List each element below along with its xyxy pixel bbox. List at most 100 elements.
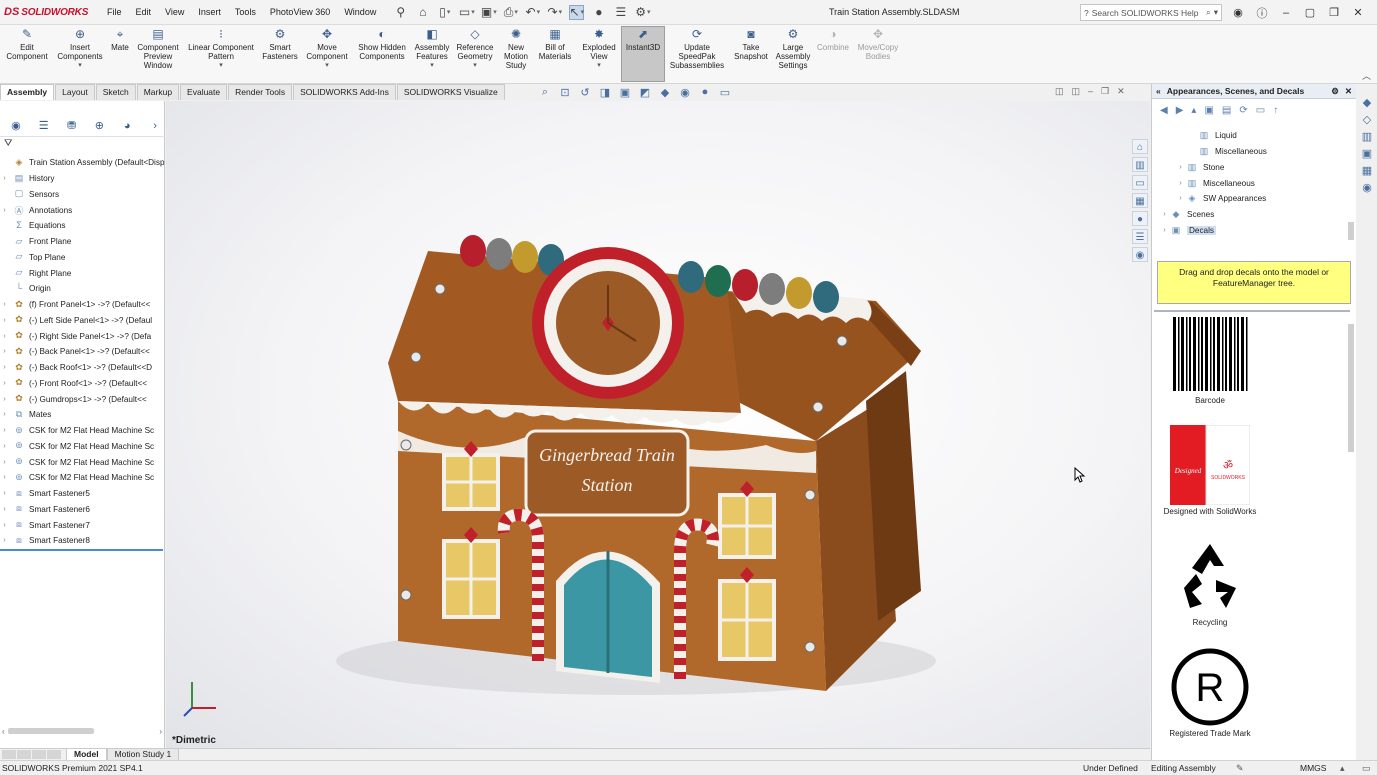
design-library-tab-icon[interactable]: ▥: [1362, 130, 1372, 143]
chevron-up-icon[interactable]: ▴: [1340, 761, 1345, 775]
expand-icon[interactable]: ›: [0, 537, 9, 544]
tooltip-toggle-icon[interactable]: ▭: [1362, 761, 1371, 775]
user-icon[interactable]: ◉: [1226, 6, 1250, 19]
tree-node[interactable]: › Ⓐ Annotations: [0, 202, 165, 218]
cmd-mate[interactable]: ⌖ Mate: [108, 27, 132, 52]
forum-tab-icon[interactable]: ◉: [1362, 181, 1372, 194]
expand-icon[interactable]: ›: [0, 333, 9, 340]
expand-icon[interactable]: ›: [0, 427, 9, 434]
menu-view[interactable]: View: [158, 0, 191, 25]
tree-node[interactable]: › ⊚ CSK for M2 Flat Head Machine Sc: [0, 454, 165, 470]
property-manager-tab-icon[interactable]: ☰: [34, 119, 54, 132]
viewport-restore-icon[interactable]: ❐: [1101, 86, 1109, 97]
pin-icon[interactable]: ✕: [1345, 86, 1352, 97]
cmd-component-preview[interactable]: ▤ Component Preview Window: [134, 27, 182, 70]
help-search[interactable]: ? Search SOLIDWORKS Help ⌕ ▾: [1080, 4, 1222, 21]
tree-node[interactable]: › ✿ (-) Front Roof<1> ->? (Default<<: [0, 376, 165, 392]
tab-layout[interactable]: Layout: [55, 84, 95, 100]
appearances-icon[interactable]: ●: [1132, 211, 1148, 226]
filter-icon[interactable]: ⛛: [4, 138, 12, 149]
search-icon[interactable]: ⌕: [1206, 7, 1211, 18]
tree-node[interactable]: ▱ Right Plane: [0, 265, 165, 281]
menu-edit[interactable]: Edit: [129, 0, 159, 25]
hide-show-icon[interactable]: ◉: [678, 86, 692, 99]
scroll-left-icon[interactable]: ‹: [2, 727, 5, 736]
settings-icon[interactable]: ⚙: [1331, 86, 1339, 97]
tab-evaluate[interactable]: Evaluate: [180, 84, 228, 100]
tree-node[interactable]: › ✿ (f) Front Panel<1> ->? (Default<<: [0, 297, 165, 313]
tab-visualize[interactable]: SOLIDWORKS Visualize: [396, 84, 505, 100]
pin-icon[interactable]: ⚲: [393, 5, 408, 20]
tree-node[interactable]: ▢ Sensors: [0, 187, 165, 203]
expand-icon[interactable]: ›: [0, 207, 9, 214]
close-icon[interactable]: ✕: [1346, 6, 1370, 19]
chevron-down-icon[interactable]: ▾: [1214, 7, 1218, 18]
cmd-exploded-view[interactable]: ✸ Exploded View ▾: [578, 27, 620, 70]
expand-icon[interactable]: ›: [0, 348, 9, 355]
view-palette-tab-icon[interactable]: ▦: [1362, 164, 1372, 177]
expand-icon[interactable]: ›: [1160, 227, 1169, 234]
cmd-take-snapshot[interactable]: ◙ Take Snapshot: [731, 27, 771, 61]
restore-icon[interactable]: ▢: [1298, 6, 1322, 19]
view-palette-icon[interactable]: ▦: [1132, 193, 1148, 208]
tree-node[interactable]: › ◆ Scenes: [1152, 207, 1348, 223]
section-view-icon[interactable]: ◨: [598, 86, 612, 99]
expand-icon[interactable]: ›: [1176, 164, 1185, 171]
tree-node[interactable]: › ▥ Stone: [1152, 160, 1348, 176]
vertical-scrollbar[interactable]: [1347, 130, 1355, 250]
tree-node[interactable]: └ Origin: [0, 281, 165, 297]
last-tab-icon[interactable]: [47, 750, 61, 759]
cmd-large-assembly[interactable]: ⚙ Large Assembly Settings: [773, 27, 813, 70]
file-explorer-icon[interactable]: ▭: [1132, 175, 1148, 190]
expand-icon[interactable]: ›: [1160, 211, 1169, 218]
expand-icon[interactable]: ›: [0, 364, 9, 371]
decal-item[interactable]: Recycling: [1152, 536, 1268, 627]
tree-node[interactable]: › ✿ (-) Gumdrops<1> ->? (Default<<: [0, 391, 165, 407]
graphics-area[interactable]: Gingerbread Train Station *Dimetric ⌂ ▥ …: [166, 101, 1150, 748]
cmd-linear-pattern[interactable]: ⁝ Linear Component Pattern ▾: [185, 27, 257, 70]
expand-icon[interactable]: ›: [0, 459, 9, 466]
decal-item[interactable]: Designed ॐ SOLIDWORKS Designed with Soli…: [1152, 425, 1268, 516]
expand-icon[interactable]: ›: [0, 380, 9, 387]
tree-node[interactable]: › ✿ (-) Back Panel<1> ->? (Default<<: [0, 344, 165, 360]
gingerbread-station-model[interactable]: Gingerbread Train Station: [166, 101, 1150, 748]
viewport-minimize-icon[interactable]: –: [1088, 86, 1093, 97]
help-circle-icon[interactable]: ⓘ: [1250, 5, 1274, 21]
expand-icon[interactable]: ›: [0, 396, 9, 403]
solidworks-logo[interactable]: DS SOLIDWORKS: [0, 6, 100, 18]
menu-tools[interactable]: Tools: [228, 0, 263, 25]
tree-node[interactable]: › ⧈ Smart Fastener8: [0, 533, 165, 549]
cmd-update-speedpak[interactable]: ⟳ Update SpeedPak Subassemblies: [667, 27, 727, 70]
scroll-right-icon[interactable]: ›: [159, 727, 162, 736]
tree-node[interactable]: › ▤ History: [0, 171, 165, 187]
tree-node[interactable]: › ▣ Decals: [1152, 223, 1348, 239]
tree-node[interactable]: ▱ Front Plane: [0, 234, 165, 250]
zoom-area-icon[interactable]: ⊡: [558, 86, 572, 99]
options-icon[interactable]: ⚙: [635, 5, 650, 20]
tree-node[interactable]: ◈ Train Station Assembly (Default<Disp: [0, 155, 165, 171]
tree-node[interactable]: › ⧈ Smart Fastener5: [0, 486, 165, 502]
collapse-pane-icon[interactable]: «: [1156, 86, 1161, 96]
print-icon[interactable]: ⎙: [503, 5, 518, 20]
view-orientation-icon[interactable]: ◩: [638, 86, 652, 99]
decals-scrollbar[interactable]: [1347, 316, 1355, 756]
rollback-bar[interactable]: [0, 549, 163, 551]
configuration-manager-tab-icon[interactable]: ⛃: [62, 119, 82, 132]
next-tab-icon[interactable]: [32, 750, 46, 759]
minimize-icon[interactable]: –: [1274, 7, 1298, 19]
prev-tab-icon[interactable]: [17, 750, 31, 759]
display-style-icon[interactable]: ◆: [658, 86, 672, 99]
viewport-close-icon[interactable]: ✕: [1117, 86, 1125, 97]
tree-node[interactable]: ▱ Top Plane: [0, 250, 165, 266]
cmd-new-motion-study[interactable]: ✺ New Motion Study: [499, 27, 533, 70]
design-library-icon[interactable]: ▥: [1132, 157, 1148, 172]
tree-node[interactable]: ▥ Liquid: [1152, 128, 1348, 144]
split-view-icon[interactable]: ◫: [1055, 86, 1064, 97]
tree-node[interactable]: ▥ Miscellaneous: [1152, 144, 1348, 160]
dimxpert-tab-icon[interactable]: ⊕: [89, 119, 109, 132]
redo-icon[interactable]: ↷: [547, 5, 562, 20]
save-icon[interactable]: ▣: [481, 5, 496, 20]
collapse-ribbon-icon[interactable]: ︿: [1362, 69, 1371, 82]
edit-appearance-icon[interactable]: ●: [698, 86, 712, 99]
expand-icon[interactable]: ›: [0, 522, 9, 529]
